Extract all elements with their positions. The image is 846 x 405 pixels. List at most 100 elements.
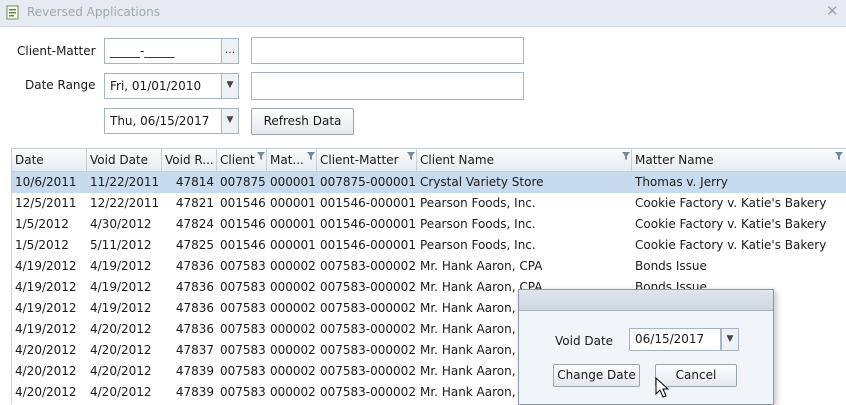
table-row[interactable]: 1/5/2012 4/30/2012 47824 001546 000001 001546… [12, 214, 846, 235]
date-from-input[interactable]: Fri, 01/01/2010 [104, 73, 222, 99]
column-header-client[interactable]: Client [217, 149, 267, 171]
cell-matter-name: Bonds Issue [635, 259, 707, 273]
table-row[interactable]: 12/5/2011 12/22/2011 47821 001546 000001 0015… [12, 193, 846, 214]
cell-void-date: 4/19/2012 [90, 301, 152, 315]
cell-matter: 000002 [270, 280, 316, 294]
cell-void-receipt: 47839 [175, 385, 214, 399]
filter-icon[interactable] [257, 152, 265, 160]
cell-client: 001546 [220, 217, 266, 231]
cell-void-receipt: 47825 [175, 238, 214, 252]
cell-client-name: Pearson Foods, Inc. [420, 217, 536, 231]
cell-void-date: 4/19/2012 [90, 280, 152, 294]
date-range-label: Date Range [25, 78, 96, 92]
table-row[interactable]: 1/5/2012 5/11/2012 47825 001546 000001 001546… [12, 235, 846, 256]
cell-client: 007583 [220, 385, 266, 399]
client-matter-browse-button[interactable]: ... [221, 38, 239, 64]
cell-void-date: 4/30/2012 [90, 217, 152, 231]
date-to-dropdown-icon[interactable]: ▼ [221, 108, 239, 134]
cell-void-date: 11/22/2011 [90, 175, 160, 189]
cell-date: 12/5/2011 [15, 196, 77, 210]
cell-matter-name: Cookie Factory v. Katie's Bakery [635, 238, 827, 252]
column-header-matter[interactable]: Mat... [267, 149, 317, 171]
cell-void-receipt: 47824 [175, 217, 214, 231]
refresh-data-button[interactable]: Refresh Data [251, 108, 354, 135]
cell-void-date: 4/19/2012 [90, 259, 152, 273]
cell-matter: 000002 [270, 385, 316, 399]
dialog-title-bar[interactable] [519, 290, 773, 311]
cell-client-name: Mr. Hank Aaron, CPA [420, 259, 543, 273]
cell-client-matter: 007875-000001 [320, 175, 416, 189]
cell-date: 10/6/2011 [15, 175, 77, 189]
cell-client-matter: 007583-000002 [320, 301, 416, 315]
cell-date: 4/20/2012 [15, 364, 77, 378]
cell-date: 4/19/2012 [15, 322, 77, 336]
cell-client: 007583 [220, 301, 266, 315]
cell-date: 4/19/2012 [15, 259, 77, 273]
app-document-icon [6, 5, 19, 20]
filter-icon[interactable] [407, 152, 415, 160]
cell-void-date: 4/20/2012 [90, 385, 152, 399]
cell-void-date: 4/20/2012 [90, 343, 152, 357]
date-from-description [251, 72, 524, 100]
cell-client: 001546 [220, 196, 266, 210]
cell-client-name: Pearson Foods, Inc. [420, 196, 536, 210]
filter-icon[interactable] [622, 152, 630, 160]
date-to-input[interactable]: Thu, 06/15/2017 [104, 108, 222, 134]
cell-client-matter: 007583-000002 [320, 364, 416, 378]
column-header-client-matter[interactable]: Client-Matter [317, 149, 417, 171]
close-icon[interactable]: ✕ [826, 2, 839, 20]
cell-matter: 000001 [270, 196, 316, 210]
cell-matter: 000002 [270, 364, 316, 378]
cell-date: 1/5/2012 [15, 238, 69, 252]
cell-client: 007583 [220, 322, 266, 336]
cell-void-date: 5/11/2012 [90, 238, 152, 252]
cell-client: 007583 [220, 259, 266, 273]
filter-icon[interactable] [835, 152, 843, 160]
grid-header: Date Void Date Void R... Client Mat... C… [12, 149, 846, 172]
cell-client-matter: 007583-000002 [320, 259, 416, 273]
cell-matter: 000001 [270, 238, 316, 252]
cell-client: 007583 [220, 343, 266, 357]
void-date-dialog: Void Date 06/15/2017 ▼ Change Date Cance… [518, 289, 774, 405]
column-header-void-receipt[interactable]: Void R... [162, 149, 217, 171]
cell-void-receipt: 47836 [175, 280, 214, 294]
cell-client-matter: 001546-000001 [320, 238, 416, 252]
cell-client-matter: 007583-000002 [320, 343, 416, 357]
cell-matter: 000002 [270, 301, 316, 315]
cell-client-matter: 007583-000002 [320, 280, 416, 294]
client-matter-description [251, 37, 524, 64]
void-date-input[interactable]: 06/15/2017 [629, 328, 721, 351]
client-matter-input[interactable]: _____-_____ [104, 38, 222, 64]
table-row[interactable]: 4/19/2012 4/19/2012 47836 007583 000002 00758… [12, 256, 846, 277]
cell-matter: 000001 [270, 217, 316, 231]
cell-client-matter: 001546-000001 [320, 217, 416, 231]
cell-matter-name: Cookie Factory v. Katie's Bakery [635, 217, 827, 231]
cell-matter-name: Thomas v. Jerry [635, 175, 728, 189]
window-title: Reversed Applications [27, 5, 160, 19]
column-header-void-date[interactable]: Void Date [87, 149, 162, 171]
cell-matter: 000001 [270, 175, 316, 189]
table-row[interactable]: 10/6/2011 11/22/2011 47814 007875 000001 0078… [12, 172, 846, 193]
column-header-date[interactable]: Date [12, 149, 87, 171]
column-header-matter-name[interactable]: Matter Name [632, 149, 846, 171]
client-matter-label: Client-Matter [17, 44, 96, 58]
cell-client-matter: 007583-000002 [320, 385, 416, 399]
filter-icon[interactable] [307, 152, 315, 160]
cell-date: 1/5/2012 [15, 217, 69, 231]
cell-matter: 000002 [270, 259, 316, 273]
date-from-dropdown-icon[interactable]: ▼ [221, 73, 239, 99]
cell-void-receipt: 47836 [175, 322, 214, 336]
cell-void-date: 4/20/2012 [90, 364, 152, 378]
cell-matter-name: Cookie Factory v. Katie's Bakery [635, 196, 827, 210]
cell-void-receipt: 47836 [175, 259, 214, 273]
cell-date: 4/19/2012 [15, 280, 77, 294]
column-header-client-name[interactable]: Client Name [417, 149, 632, 171]
cell-date: 4/19/2012 [15, 301, 77, 315]
cell-matter: 000002 [270, 322, 316, 336]
cell-client-name: Pearson Foods, Inc. [420, 238, 536, 252]
change-date-button[interactable]: Change Date [553, 364, 640, 387]
cell-date: 4/20/2012 [15, 343, 77, 357]
void-date-dropdown-icon[interactable]: ▼ [721, 328, 739, 351]
void-date-label: Void Date [555, 334, 614, 348]
cell-void-receipt: 47839 [175, 364, 214, 378]
